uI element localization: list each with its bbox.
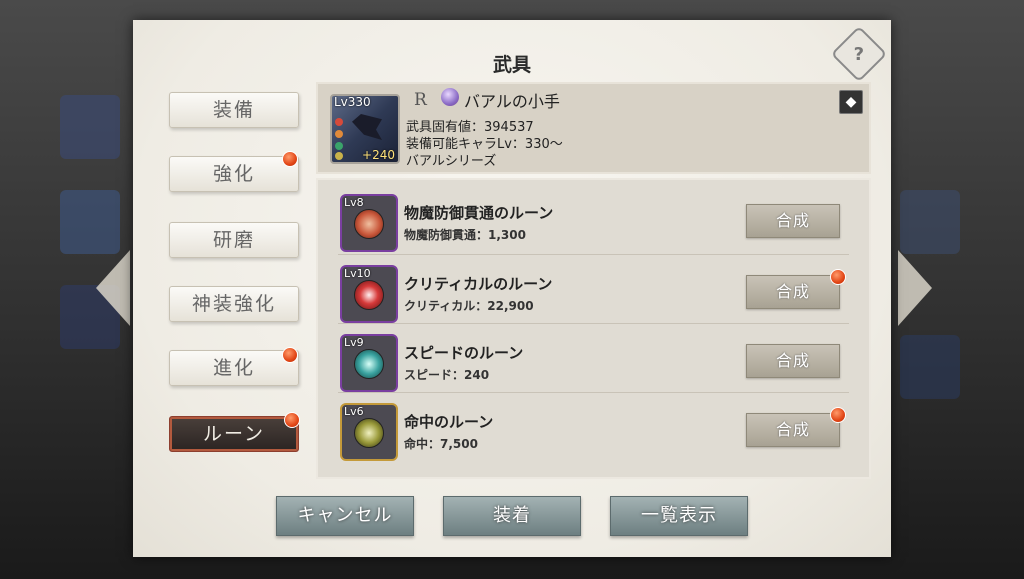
background-tile xyxy=(60,190,120,254)
tab-enhance[interactable]: 強化 xyxy=(169,156,299,192)
rune-icon[interactable]: Lv6 xyxy=(340,403,398,461)
lock-icon[interactable]: ◆ xyxy=(839,90,863,114)
rune-stat: スピード：240 xyxy=(404,368,490,382)
rune-name: 物魔防御貫通のルーン xyxy=(404,204,554,222)
gem-icon xyxy=(335,142,343,150)
rune-icon[interactable]: Lv10 xyxy=(340,265,398,323)
gauntlet-icon xyxy=(352,114,382,140)
rune-level: Lv10 xyxy=(344,267,371,280)
synthesize-button[interactable]: 合成 xyxy=(746,344,840,378)
rune-stat: 命中：7,500 xyxy=(404,437,478,451)
background-tile xyxy=(900,335,960,399)
rune-name: クリティカルのルーン xyxy=(404,275,553,293)
list-item: Lv9 スピードのルーン スピード：240 合成 xyxy=(318,324,869,393)
synthesize-button[interactable]: 合成 xyxy=(746,413,840,447)
synthesize-button[interactable]: 合成 xyxy=(746,204,840,238)
tab-equip[interactable]: 装備 xyxy=(169,92,299,128)
tab-evolve[interactable]: 進化 xyxy=(169,350,299,386)
rune-name: 命中のルーン xyxy=(404,413,494,431)
tab-label: ルーン xyxy=(202,423,266,445)
rune-icon[interactable]: Lv9 xyxy=(340,334,398,392)
weapon-icon[interactable]: Lv330 +240 xyxy=(330,94,400,164)
rune-stat: 物魔防御貫通：1,300 xyxy=(404,228,526,242)
tab-label: 強化 xyxy=(212,163,255,185)
notification-badge xyxy=(284,412,300,428)
rune-name: スピードのルーン xyxy=(404,344,524,362)
tab-rune[interactable]: ルーン xyxy=(169,416,299,452)
weapon-series: バアルシリーズ xyxy=(406,154,497,169)
rarity-orb-icon xyxy=(441,88,459,106)
next-arrow-icon[interactable] xyxy=(898,250,932,326)
tab-label: 研磨 xyxy=(212,229,255,251)
tab-polish[interactable]: 研磨 xyxy=(169,222,299,258)
synthesize-button[interactable]: 合成 xyxy=(746,275,840,309)
rune-orb-icon xyxy=(354,209,384,239)
rune-icon[interactable]: Lv8 xyxy=(340,194,398,252)
weapon-plus: +240 xyxy=(362,148,395,162)
rune-orb-icon xyxy=(354,280,384,310)
list-item: Lv8 物魔防御貫通のルーン 物魔防御貫通：1,300 合成 xyxy=(318,184,869,253)
weapon-name: バアルの小手 xyxy=(464,92,560,111)
rune-level: Lv8 xyxy=(344,196,364,209)
rarity-label: R xyxy=(414,90,427,110)
tab-label: 神装強化 xyxy=(191,293,276,315)
notification-badge xyxy=(830,269,846,285)
background-tile xyxy=(60,95,120,159)
gem-icon xyxy=(335,152,343,160)
notification-badge xyxy=(830,407,846,423)
list-item: Lv10 クリティカルのルーン クリティカル：22,900 合成 xyxy=(318,255,869,324)
tab-label: 装備 xyxy=(212,99,255,121)
dialog-title: 武具 xyxy=(492,54,531,76)
tab-divine-enhance[interactable]: 神装強化 xyxy=(169,286,299,322)
list-item: Lv6 命中のルーン 命中：7,500 合成 xyxy=(318,393,869,462)
rune-level: Lv6 xyxy=(344,405,364,418)
gem-icon xyxy=(335,130,343,138)
weapon-level: Lv330 xyxy=(334,95,371,109)
question-icon: ? xyxy=(853,43,865,65)
rune-stat: クリティカル：22,900 xyxy=(404,299,534,313)
rune-list: Lv8 物魔防御貫通のルーン 物魔防御貫通：1,300 合成 Lv10 クリティ… xyxy=(316,178,871,479)
equip-button[interactable]: 装着 xyxy=(443,496,581,536)
cancel-button[interactable]: キャンセル xyxy=(276,496,414,536)
weapon-dialog: 武具 ? 装備 強化 研磨 神装強化 進化 ルーン Lv330 +240 R バ… xyxy=(133,20,891,557)
notification-badge xyxy=(282,151,298,167)
weapon-info: Lv330 +240 R バアルの小手 武具固有値：394537 装備可能キャラ… xyxy=(316,82,871,174)
rune-level: Lv9 xyxy=(344,336,364,349)
list-view-button[interactable]: 一覧表示 xyxy=(610,496,748,536)
notification-badge xyxy=(282,347,298,363)
background-tile xyxy=(900,190,960,254)
rune-orb-icon xyxy=(354,418,384,448)
tab-label: 進化 xyxy=(212,357,255,379)
rune-orb-icon xyxy=(354,349,384,379)
gem-icon xyxy=(335,118,343,126)
